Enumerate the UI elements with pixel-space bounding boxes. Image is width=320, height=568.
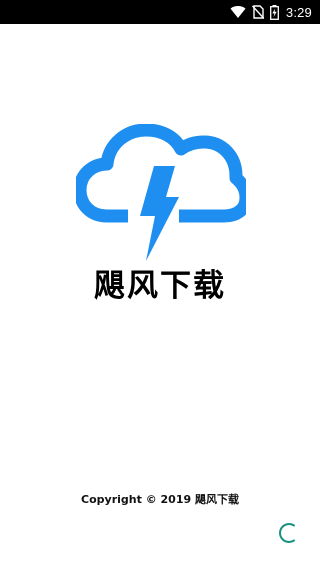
splash-screen: 3:29 飓风下载 Copyright © 2019 飓风下载: [0, 0, 320, 568]
status-time: 3:29: [285, 4, 312, 20]
battery-charging-icon: [269, 4, 279, 20]
status-icons: 3:29: [224, 0, 312, 24]
loading-spinner-icon: [277, 522, 299, 544]
status-bar: 3:29: [0, 0, 320, 24]
wifi-icon: [230, 5, 246, 19]
no-sim-icon: [251, 5, 264, 19]
copyright-text: Copyright © 2019 飓风下载: [81, 493, 239, 506]
app-name: 飓风下载: [94, 268, 226, 304]
cloud-lightning-icon: [73, 123, 253, 264]
